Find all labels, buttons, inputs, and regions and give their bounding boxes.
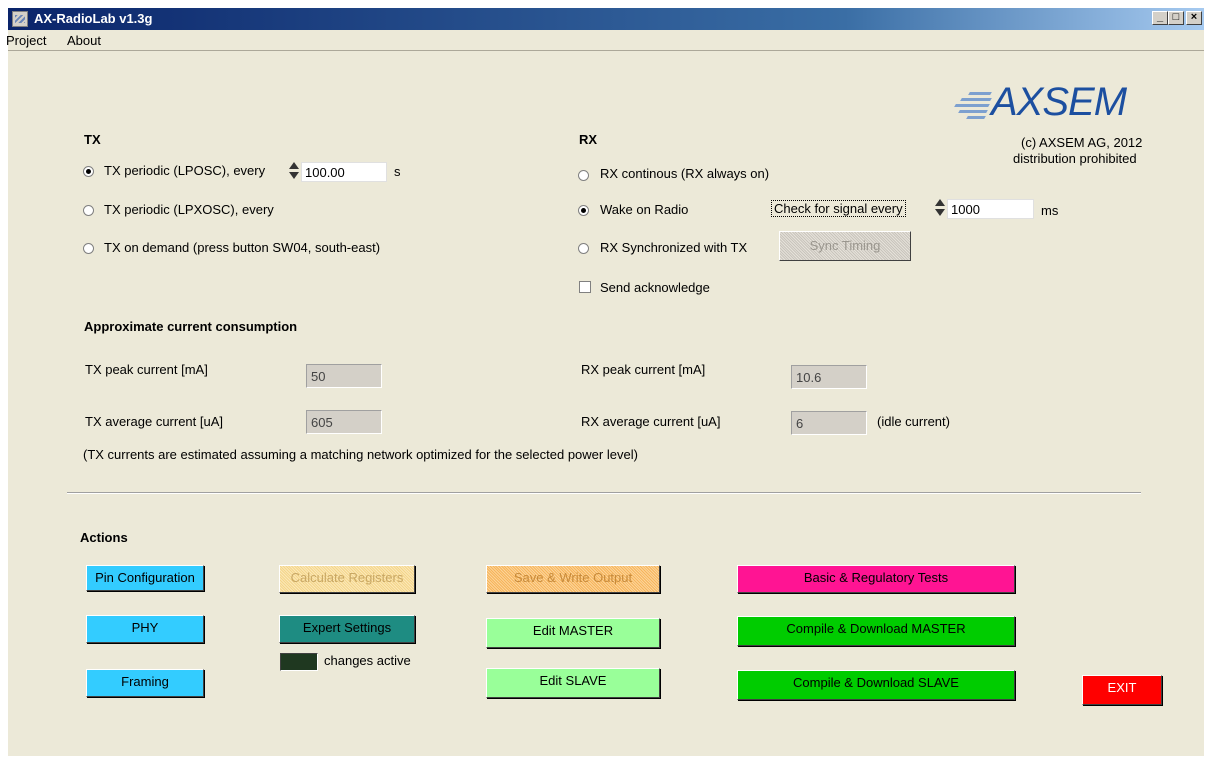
rx-sync-label: RX Synchronized with TX <box>600 240 748 255</box>
rx-peak-label: RX peak current [mA] <box>581 362 706 377</box>
maximize-button[interactable]: □ <box>1168 11 1184 25</box>
brand-logo: AXSEM <box>991 80 1127 124</box>
minimize-button[interactable]: _ <box>1152 11 1168 25</box>
app-icon <box>12 11 28 27</box>
distribution-notice: distribution prohibited <box>1013 151 1137 166</box>
menu-bar: Project About <box>6 30 1204 51</box>
check-interval-input[interactable] <box>947 199 1034 219</box>
changes-active-led <box>280 653 318 671</box>
tx-peak-value: 50 <box>306 364 382 388</box>
rx-idle-note: (idle current) <box>877 414 950 429</box>
rx-continuous-label: RX continous (RX always on) <box>600 166 770 181</box>
check-signal-label: Check for signal every <box>771 200 906 217</box>
tx-avg-label: TX average current [uA] <box>85 414 224 429</box>
compile-download-master-button[interactable]: Compile & Download MASTER <box>737 616 1015 646</box>
tx-on-demand-radio[interactable] <box>83 243 94 254</box>
sync-timing-button[interactable]: Sync Timing <box>779 231 911 261</box>
edit-slave-button[interactable]: Edit SLAVE <box>486 668 660 698</box>
tx-period-unit: s <box>394 164 401 179</box>
framing-button[interactable]: Framing <box>86 669 204 697</box>
consumption-note: (TX currents are estimated assuming a ma… <box>83 447 638 462</box>
menu-about[interactable]: About <box>67 33 101 48</box>
basic-regulatory-tests-button[interactable]: Basic & Regulatory Tests <box>737 565 1015 593</box>
rx-title: RX <box>579 132 598 147</box>
tx-on-demand-label: TX on demand (press button SW04, south-e… <box>104 240 381 255</box>
tx-periodic-lpxosc-radio[interactable] <box>83 205 94 216</box>
compile-download-slave-button[interactable]: Compile & Download SLAVE <box>737 670 1015 700</box>
phy-button[interactable]: PHY <box>86 615 204 643</box>
exit-button[interactable]: EXIT <box>1082 675 1162 705</box>
calculate-registers-button[interactable]: Calculate Registers <box>279 565 415 593</box>
close-button[interactable]: × <box>1186 11 1202 25</box>
tx-periodic-lposc-radio[interactable] <box>83 166 94 177</box>
tx-period-input[interactable] <box>301 162 387 182</box>
app-window: AX-RadioLab v1.3g _ □ × Project About AX… <box>6 8 1204 756</box>
tx-peak-label: TX peak current [mA] <box>85 362 208 377</box>
section-divider <box>67 492 1141 494</box>
copyright-text: (c) AXSEM AG, 2012 <box>1021 135 1143 150</box>
send-ack-checkbox[interactable] <box>579 281 591 293</box>
tx-title: TX <box>84 132 101 147</box>
consumption-title: Approximate current consumption <box>84 319 298 334</box>
expert-settings-button[interactable]: Expert Settings <box>279 615 415 643</box>
menu-project[interactable]: Project <box>6 33 46 48</box>
tx-avg-value: 605 <box>306 410 382 434</box>
check-interval-unit: ms <box>1041 203 1059 218</box>
rx-sync-radio[interactable] <box>578 243 589 254</box>
tx-periodic-lpxosc-label: TX periodic (LPXOSC), every <box>104 202 274 217</box>
window-title: AX-RadioLab v1.3g <box>34 11 153 26</box>
edit-master-button[interactable]: Edit MASTER <box>486 618 660 648</box>
changes-active-label: changes active <box>324 653 411 668</box>
wake-on-radio-radio[interactable] <box>578 205 589 216</box>
tx-periodic-lposc-label: TX periodic (LPOSC), every <box>104 163 266 178</box>
actions-title: Actions <box>80 530 128 545</box>
rx-avg-value: 6 <box>791 411 867 435</box>
rx-continuous-radio[interactable] <box>578 170 589 181</box>
title-bar[interactable]: AX-RadioLab v1.3g _ □ × <box>8 8 1204 30</box>
wake-on-radio-label: Wake on Radio <box>600 202 689 217</box>
pin-configuration-button[interactable]: Pin Configuration <box>86 565 204 591</box>
rx-peak-value: 10.6 <box>791 365 867 389</box>
send-ack-label: Send acknowledge <box>600 280 710 295</box>
rx-avg-label: RX average current [uA] <box>581 414 721 429</box>
check-interval-spinner-icon[interactable] <box>935 198 945 218</box>
period-spinner-icon[interactable] <box>289 161 299 181</box>
save-write-output-button[interactable]: Save & Write Output <box>486 565 660 593</box>
